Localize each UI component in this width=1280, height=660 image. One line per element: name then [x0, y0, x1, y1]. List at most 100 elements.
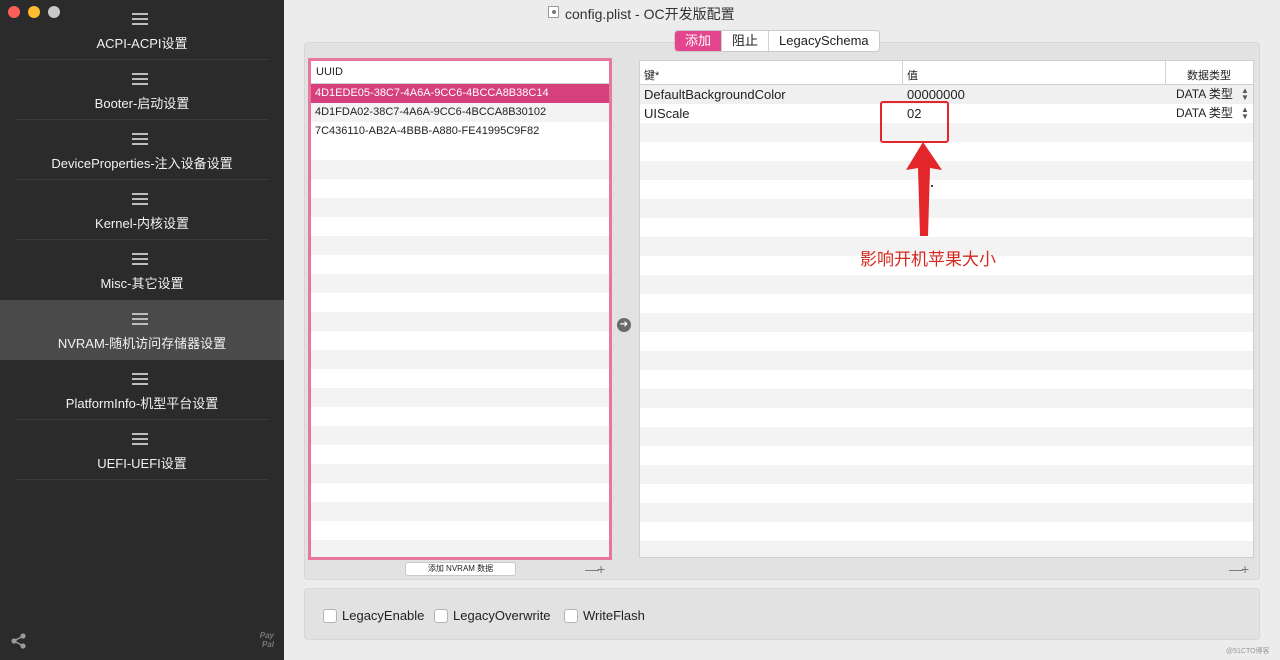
table-header: 键* 值 数据类型	[640, 61, 1253, 85]
annotation-highlight-box	[880, 101, 949, 143]
empty-row	[311, 236, 609, 255]
empty-row	[311, 369, 609, 388]
sidebar-item-label: UEFI-UEFI设置	[97, 456, 187, 471]
row-key[interactable]: UIScale	[644, 104, 690, 123]
sidebar-item-label: Misc-其它设置	[100, 276, 184, 291]
watermark: @51CTO博客	[1226, 648, 1270, 655]
list-icon	[132, 432, 148, 446]
annotation-text: 影响开机苹果大小	[860, 250, 996, 269]
sidebar-item-label: PlatformInfo-机型平台设置	[65, 396, 219, 411]
empty-row	[640, 522, 1253, 541]
value-column-header[interactable]: 值	[907, 67, 918, 83]
sidebar-item-uefi[interactable]: UEFI-UEFI设置	[0, 420, 284, 480]
checkbox-label: LegacyOverwrite	[453, 608, 551, 623]
uuid-table: UUID 4D1EDE05-38C7-4A6A-9CC6-4BCCA8B38C1…	[308, 58, 612, 560]
empty-row	[311, 407, 609, 426]
empty-row	[640, 465, 1253, 484]
empty-row	[311, 198, 609, 217]
arrow-right-icon[interactable]: ➔	[617, 318, 631, 332]
checkbox-label: LegacyEnable	[342, 608, 425, 623]
empty-row	[640, 484, 1253, 503]
sidebar-item-label: Booter-启动设置	[94, 96, 190, 111]
checkbox-box[interactable]	[434, 608, 448, 623]
empty-row	[640, 332, 1253, 351]
sidebar-item-misc[interactable]: Misc-其它设置	[0, 240, 284, 300]
list-icon	[132, 192, 148, 206]
empty-row	[311, 426, 609, 445]
legacy-overwrite-checkbox[interactable]: LegacyOverwrite	[434, 608, 551, 623]
legacy-enable-checkbox[interactable]: LegacyEnable	[323, 608, 424, 623]
row-key[interactable]: DefaultBackgroundColor	[644, 85, 786, 104]
empty-row	[311, 502, 609, 521]
tab-add[interactable]: 添加	[675, 31, 722, 51]
sidebar-item-label: ACPI-ACPI设置	[96, 36, 188, 51]
sidebar-item-deviceproperties[interactable]: DeviceProperties-注入设备设置	[0, 120, 284, 180]
document-icon	[548, 6, 559, 18]
uuid-column-header[interactable]: UUID	[311, 61, 609, 84]
paypal-logo[interactable]: Pay Pal	[252, 631, 274, 649]
row-type[interactable]: DATA 类型	[1176, 104, 1233, 123]
empty-row	[640, 427, 1253, 446]
empty-row	[311, 445, 609, 464]
tab-legacyschema[interactable]: LegacySchema	[768, 31, 879, 51]
empty-row	[311, 540, 609, 557]
empty-row	[311, 388, 609, 407]
checkbox-box[interactable]	[564, 608, 578, 623]
empty-row	[311, 160, 609, 179]
type-stepper-icon[interactable]: ▲ ▼	[1241, 87, 1249, 102]
key-column-header[interactable]: 键*	[644, 67, 659, 83]
list-icon	[132, 132, 148, 146]
type-stepper-icon[interactable]: ▲ ▼	[1241, 106, 1249, 121]
share-icon[interactable]	[10, 632, 28, 650]
empty-row	[640, 370, 1253, 389]
column-divider	[1165, 61, 1166, 85]
sidebar-item-label: Kernel-内核设置	[95, 216, 189, 231]
empty-row	[311, 350, 609, 369]
empty-row	[311, 312, 609, 331]
sidebar-item-acpi[interactable]: ACPI-ACPI设置	[0, 0, 284, 60]
column-divider	[902, 61, 903, 85]
list-icon	[132, 252, 148, 266]
empty-row	[640, 313, 1253, 332]
table-row[interactable]: 4D1EDE05-38C7-4A6A-9CC6-4BCCA8B38C14	[311, 84, 609, 103]
table-row[interactable]: 7C436110-AB2A-4BBB-A880-FE41995C9F82	[311, 122, 609, 141]
empty-row	[640, 408, 1253, 427]
sidebar-item-kernel[interactable]: Kernel-内核设置	[0, 180, 284, 240]
sidebar-item-nvram[interactable]: NVRAM-随机访问存储器设置	[0, 300, 284, 360]
list-icon	[132, 72, 148, 86]
tab-block[interactable]: 阻止	[721, 31, 768, 51]
row-type[interactable]: DATA 类型	[1176, 85, 1233, 104]
empty-row	[640, 389, 1253, 408]
title-bar: config.plist - OC开发版配置	[284, 0, 1280, 24]
uuid-rows: 4D1EDE05-38C7-4A6A-9CC6-4BCCA8B38C14 4D1…	[311, 84, 609, 560]
list-icon	[132, 12, 148, 26]
sidebar-item-platforminfo[interactable]: PlatformInfo-机型平台设置	[0, 360, 284, 420]
empty-row	[640, 446, 1253, 465]
divider	[16, 479, 268, 480]
empty-row	[311, 521, 609, 540]
empty-row	[311, 293, 609, 312]
stray-dot	[931, 185, 933, 187]
sidebar-item-label: NVRAM-随机访问存储器设置	[57, 336, 227, 351]
empty-row	[311, 179, 609, 198]
checkbox-box[interactable]	[323, 608, 337, 623]
list-icon	[132, 312, 148, 326]
window-title: config.plist - OC开发版配置	[565, 6, 735, 22]
empty-row	[640, 351, 1253, 370]
list-icon	[132, 372, 148, 386]
table-row[interactable]: 4D1FDA02-38C7-4A6A-9CC6-4BCCA8B30102	[311, 103, 609, 122]
empty-row	[311, 483, 609, 502]
add-nvram-data-button[interactable]: 添加 NVRAM 数据	[405, 562, 516, 576]
add-key-button[interactable]: +	[1241, 562, 1249, 576]
type-column-header[interactable]: 数据类型	[1187, 67, 1231, 83]
empty-row	[311, 559, 609, 560]
write-flash-checkbox[interactable]: WriteFlash	[564, 608, 645, 623]
sidebar-item-label: DeviceProperties-注入设备设置	[51, 156, 233, 171]
sidebar-item-booter[interactable]: Booter-启动设置	[0, 60, 284, 120]
add-uuid-button[interactable]: +	[597, 562, 605, 576]
segmented-tabs: 添加 阻止 LegacySchema	[674, 30, 880, 52]
empty-row	[311, 274, 609, 293]
empty-row	[640, 275, 1253, 294]
empty-row	[311, 464, 609, 483]
empty-row	[640, 294, 1253, 313]
